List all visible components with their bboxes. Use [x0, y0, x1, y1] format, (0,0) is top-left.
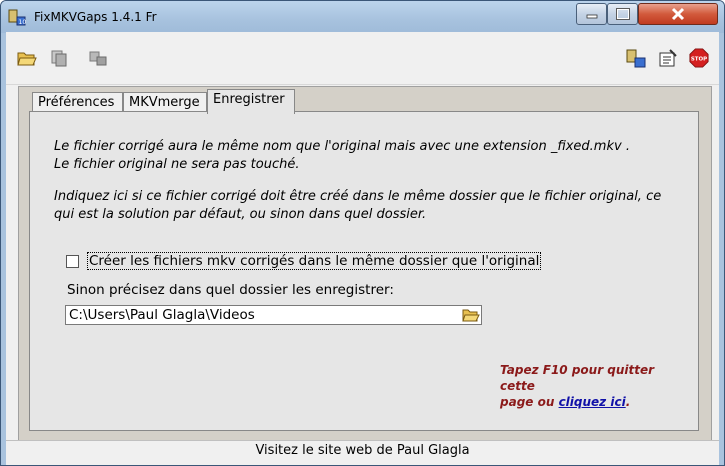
quit-note-line2: page ou cliquez ici.	[500, 394, 690, 410]
close-button[interactable]	[638, 3, 718, 25]
browse-folder-icon[interactable]	[461, 306, 481, 324]
info-paragraph-1: Le fichier corrigé aura le même nom que …	[54, 138, 664, 174]
toolbar: STOP	[6, 32, 719, 85]
same-folder-checkbox[interactable]	[66, 254, 79, 268]
tab-page-enregistrer: Le fichier corrigé aura le même nom que …	[29, 111, 699, 431]
minimize-button[interactable]	[576, 3, 607, 25]
open-folder-icon[interactable]	[17, 48, 37, 68]
info-paragraph-2: Indiquez ici si ce fichier corrigé doit …	[54, 188, 664, 224]
same-folder-label[interactable]: Créer les fichiers mkv corrigés dans le …	[87, 252, 542, 270]
client-area: STOP Préférences MKVmerge Enregistrer Le…	[6, 32, 719, 465]
window-title: FixMKVGaps 1.4.1 Fr	[34, 10, 157, 24]
info-line-2: Le fichier original ne sera pas touché.	[54, 157, 300, 172]
info-line-3: Indiquez ici si ce fichier corrigé doit …	[54, 189, 662, 204]
stop-icon-text: STOP	[691, 57, 707, 63]
folder-prompt-label: Sinon précisez dans quel dossier les enr…	[67, 282, 394, 298]
close-icon	[671, 7, 685, 21]
folder-path-field[interactable]: C:\Users\Paul Glagla\Videos	[65, 305, 482, 325]
quit-note: Tapez F10 pour quitter cette page ou cli…	[500, 362, 690, 410]
same-folder-option[interactable]: Créer les fichiers mkv corrigés dans le …	[66, 252, 542, 270]
stop-icon[interactable]: STOP	[689, 48, 709, 68]
app-info-icon[interactable]	[626, 48, 646, 68]
tab-preferences[interactable]: Préférences	[32, 92, 123, 112]
app-window: 10 FixMKVGaps 1.4.1 Fr STOP Préférences …	[0, 0, 725, 466]
tools-icon[interactable]	[88, 48, 108, 68]
app-icon: 10	[8, 8, 26, 26]
title-bar[interactable]: 10 FixMKVGaps 1.4.1 Fr	[1, 1, 724, 33]
tab-enregistrer[interactable]: Enregistrer	[207, 89, 295, 114]
main-panel: Préférences MKVmerge Enregistrer Le fich…	[18, 86, 712, 442]
maximize-button[interactable]	[607, 3, 638, 25]
svg-text:10: 10	[19, 19, 27, 26]
quit-note-suffix: .	[625, 395, 631, 409]
website-link[interactable]: Visitez le site web de Paul Glagla	[6, 443, 719, 458]
info-line-1: Le fichier corrigé aura le même nom que …	[54, 139, 630, 154]
quit-note-prefix: page ou	[500, 395, 559, 409]
folder-path-value[interactable]: C:\Users\Paul Glagla\Videos	[66, 307, 461, 323]
copy-files-icon[interactable]	[49, 48, 69, 68]
status-bar: Visitez le site web de Paul Glagla	[6, 440, 719, 465]
settings-icon[interactable]	[658, 48, 678, 68]
info-line-4: qui est la solution par défaut, ou sinon…	[54, 207, 427, 222]
tab-mkvmerge[interactable]: MKVmerge	[123, 92, 207, 112]
quit-link[interactable]: cliquez ici	[559, 395, 626, 409]
quit-note-line1: Tapez F10 pour quitter cette	[500, 363, 655, 393]
